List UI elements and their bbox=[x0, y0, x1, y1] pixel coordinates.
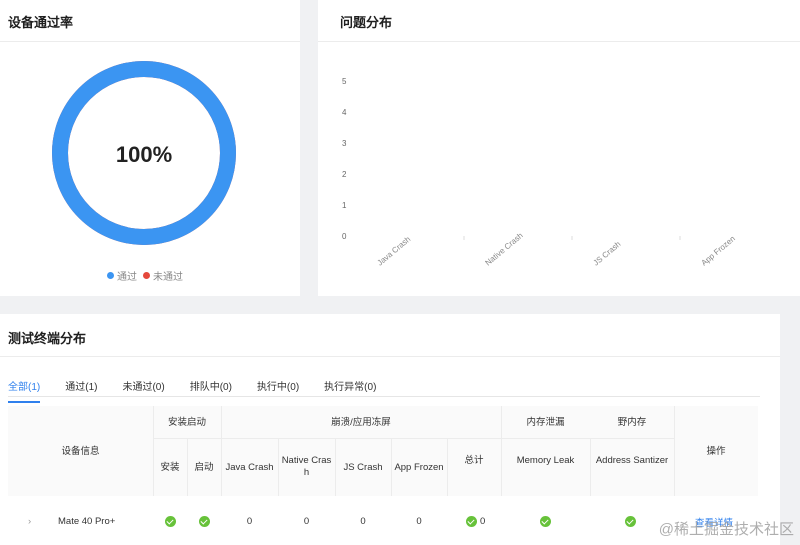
tab-passed[interactable]: 通过(1) bbox=[65, 378, 97, 403]
y-tick-label: 1 bbox=[342, 201, 347, 210]
header-actions: 操作 bbox=[706, 446, 726, 457]
y-tick-label: 4 bbox=[342, 108, 347, 117]
x-tick-label: App Frozen bbox=[700, 234, 737, 267]
x-tick-label: JS Crash bbox=[592, 239, 623, 267]
device-name: Mate 40 Pro+ bbox=[58, 516, 116, 527]
header-memory-leak: Memory Leak bbox=[516, 455, 575, 466]
watermark: @稀土掘金技术社区 bbox=[658, 521, 794, 538]
legend-pass-dot bbox=[107, 272, 114, 279]
tabs-underline bbox=[8, 396, 760, 397]
js-crash-count: 0 bbox=[360, 516, 366, 527]
expand-chevron-icon[interactable]: › bbox=[28, 516, 31, 527]
header-install-launch: 安装启动 bbox=[167, 417, 206, 428]
java-crash-count: 0 bbox=[246, 516, 253, 527]
header-total: 总计 bbox=[464, 455, 484, 466]
header-js-crash: JS Crash bbox=[343, 462, 383, 473]
header-wild-memory-group: 野内存 bbox=[617, 417, 647, 428]
header-memory-leak-group: 内存泄漏 bbox=[526, 417, 565, 428]
terminal-distribution-title: 测试终端分布 bbox=[8, 331, 87, 346]
pass-rate-panel: 设备通过率 100% 通过 未通过 bbox=[0, 0, 300, 296]
install-pass-icon bbox=[165, 516, 176, 527]
y-tick-label: 2 bbox=[342, 170, 347, 179]
y-tick-label: 3 bbox=[342, 139, 347, 148]
divider bbox=[0, 356, 780, 357]
legend-fail-dot bbox=[143, 272, 150, 279]
y-tick-label: 0 bbox=[342, 232, 347, 241]
y-tick-label: 5 bbox=[342, 77, 347, 86]
header-address-sanitizer: Address Santizer bbox=[595, 455, 669, 466]
header-launch: 启动 bbox=[194, 462, 214, 473]
legend-pass[interactable]: 通过 bbox=[107, 268, 137, 283]
x-tick-label: Java Crash bbox=[376, 235, 413, 268]
tab-running[interactable]: 执行中(0) bbox=[257, 378, 299, 403]
native-crash-count: 0 bbox=[303, 516, 310, 527]
app-frozen-count: 0 bbox=[416, 516, 422, 527]
total-pass-icon bbox=[466, 516, 477, 527]
terminal-distribution-panel: 测试终端分布 全部(1) 通过(1) 未通过(0) 排队中(0) 执行中(0) … bbox=[0, 314, 780, 545]
header-crash-freeze: 崩溃/应用冻屏 bbox=[331, 417, 391, 428]
table-row[interactable]: › Mate 40 Pro+ 0 0 0 0 0 查看详情 bbox=[8, 496, 758, 545]
status-tabs: 全部(1) 通过(1) 未通过(0) 排队中(0) 执行中(0) 执行异常(0) bbox=[8, 378, 401, 403]
header-app-frozen: App Frozen bbox=[394, 462, 444, 473]
terminal-table: 设备信息 安装启动 安装 启动 崩溃/应用冻屏 Java Crash Nativ… bbox=[8, 406, 758, 545]
header-native-crash: Native Cras h bbox=[281, 455, 332, 478]
pass-percent-label: 100% bbox=[116, 142, 172, 167]
issue-bar-chart: 0 1 2 3 4 5 Java Crash Native Crash JS Crash App … bbox=[342, 77, 737, 268]
issue-distribution-panel: 问题分布 0 1 2 3 4 5 Java Crash Native Crash JS Cras… bbox=[318, 0, 800, 296]
tab-all[interactable]: 全部(1) bbox=[8, 378, 41, 403]
header-device-info: 设备信息 bbox=[61, 446, 100, 457]
tab-error[interactable]: 执行异常(0) bbox=[324, 378, 376, 403]
memory-leak-pass-icon bbox=[540, 516, 551, 527]
tab-queued[interactable]: 排队中(0) bbox=[190, 378, 232, 403]
address-sanitizer-pass-icon bbox=[625, 516, 636, 527]
legend-pass-label: 通过 bbox=[117, 272, 137, 283]
header-java-crash: Java Crash bbox=[225, 462, 274, 473]
header-install: 安装 bbox=[160, 462, 180, 473]
total-count: 0 bbox=[480, 516, 486, 527]
x-tick-label: Native Crash bbox=[484, 231, 525, 268]
legend-fail-label: 未通过 bbox=[153, 272, 183, 283]
pass-rate-donut: 100% bbox=[52, 61, 236, 245]
legend-fail[interactable]: 未通过 bbox=[143, 268, 183, 283]
tab-failed[interactable]: 未通过(0) bbox=[122, 378, 164, 403]
launch-pass-icon bbox=[199, 516, 210, 527]
